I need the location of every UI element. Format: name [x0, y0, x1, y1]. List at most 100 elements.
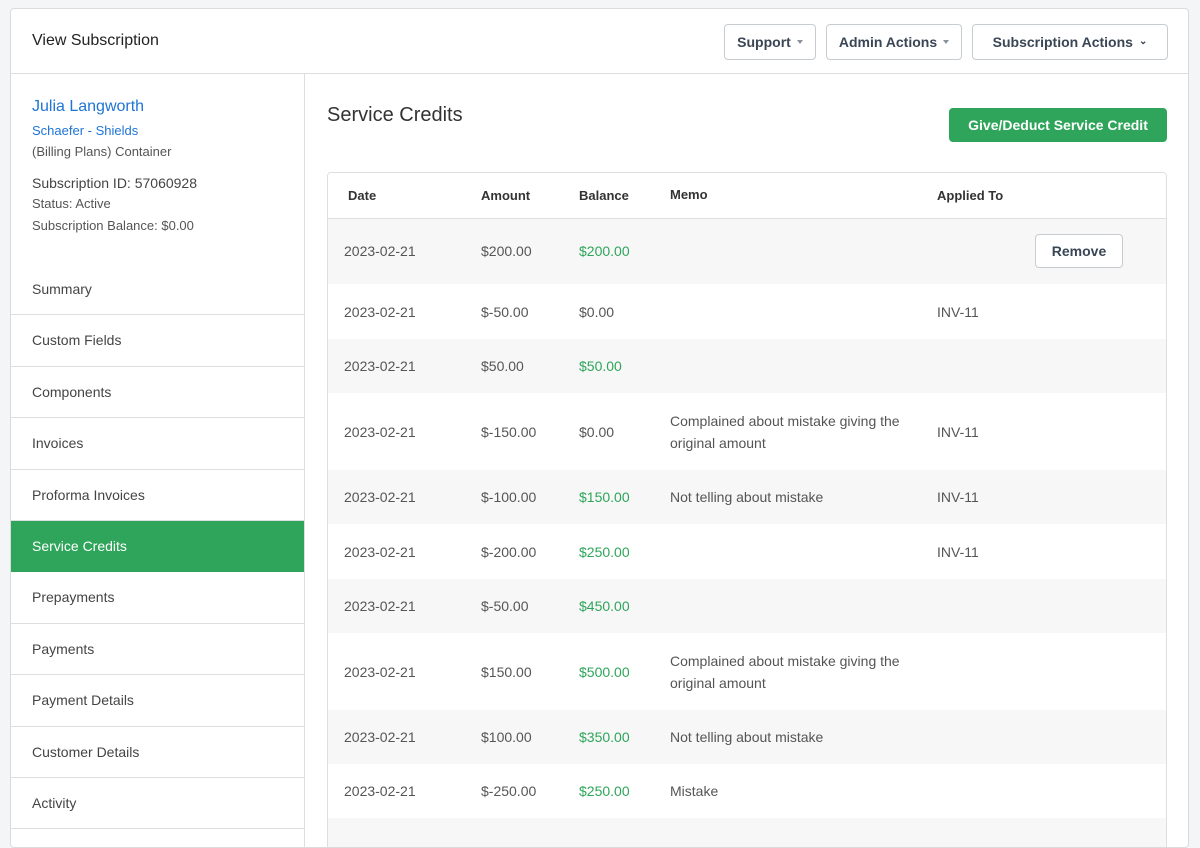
cell-applied-to: INV-11: [937, 470, 1035, 524]
cell-applied-to: [937, 710, 1035, 764]
cell-amount: [481, 818, 579, 848]
cell-actions: [1035, 524, 1166, 579]
cell-amount: $-50.00: [481, 284, 579, 339]
sidebar: Julia Langworth Schaefer - Shields (Bill…: [11, 74, 305, 848]
cell-date: 2023-02-21: [328, 764, 481, 818]
table-row: 2023-02-21$200.00$200.00Remove: [328, 218, 1166, 284]
column-header-actions: [1035, 173, 1166, 218]
cell-amount: $-200.00: [481, 524, 579, 579]
cell-amount: $-100.00: [481, 470, 579, 524]
caret-down-icon: [797, 40, 803, 44]
cell-balance: $350.00: [579, 710, 670, 764]
support-dropdown-button[interactable]: Support: [724, 24, 816, 60]
cell-date: 2023-02-21: [328, 524, 481, 579]
cell-actions: [1035, 393, 1166, 470]
chevron-down-icon: ⌄: [1139, 36, 1147, 47]
sidebar-item-payment-details[interactable]: Payment Details: [11, 675, 304, 726]
customer-name-link[interactable]: Julia Langworth: [32, 98, 304, 116]
cell-applied-to: INV-11: [937, 284, 1035, 339]
cell-amount: $50.00: [481, 339, 579, 393]
cell-memo: [670, 339, 937, 393]
table-row: 2023-02-21$50.00$50.00: [328, 339, 1166, 393]
admin-actions-dropdown-button[interactable]: Admin Actions: [826, 24, 962, 60]
subscription-actions-dropdown-button[interactable]: Subscription Actions ⌄: [972, 24, 1168, 60]
cell-actions: Remove: [1035, 218, 1166, 284]
cell-balance: $250.00: [579, 524, 670, 579]
cell-balance: [579, 818, 670, 848]
table-row: 2023-02-21$-250.00$250.00Mistake: [328, 764, 1166, 818]
column-header-date: Date: [328, 173, 481, 218]
give-deduct-service-credit-button[interactable]: Give/Deduct Service Credit: [949, 108, 1167, 142]
cell-memo: Complained about mistake giving the orig…: [670, 393, 937, 470]
table-row: 2023-02-21$150.00$500.00Complained about…: [328, 633, 1166, 710]
cell-date: 2023-02-21: [328, 710, 481, 764]
cell-date: 2023-02-21: [328, 339, 481, 393]
page-title: View Subscription: [32, 32, 159, 50]
cell-applied-to: [937, 818, 1035, 848]
cell-actions: [1035, 818, 1166, 848]
table-row: 2023-02-21$-50.00$0.00INV-11: [328, 284, 1166, 339]
cell-amount: $100.00: [481, 710, 579, 764]
cell-balance: $450.00: [579, 579, 670, 633]
cell-memo: Complained about mistake giving the orig…: [670, 633, 937, 710]
cell-memo: Not telling about mistake: [670, 710, 937, 764]
cell-actions: [1035, 710, 1166, 764]
cell-date: [328, 818, 481, 848]
cell-memo: [670, 284, 937, 339]
subscription-id: Subscription ID: 57060928: [32, 175, 304, 191]
company-link[interactable]: Schaefer - Shields: [32, 123, 304, 138]
subscription-balance: Subscription Balance: $0.00: [32, 218, 304, 233]
cell-actions: [1035, 284, 1166, 339]
cell-memo: [670, 524, 937, 579]
service-credits-table: Date Amount Balance Memo Applied To 2023…: [327, 172, 1167, 848]
cell-date: 2023-02-21: [328, 633, 481, 710]
cell-balance: $0.00: [579, 393, 670, 470]
cell-applied-to: [937, 218, 1035, 284]
cell-amount: $150.00: [481, 633, 579, 710]
cell-date: 2023-02-21: [328, 470, 481, 524]
cell-applied-to: [937, 764, 1035, 818]
cell-amount: $200.00: [481, 218, 579, 284]
cell-amount: $-250.00: [481, 764, 579, 818]
sidebar-nav: SummaryCustom FieldsComponentsInvoicesPr…: [11, 264, 304, 829]
sidebar-item-components[interactable]: Components: [11, 367, 304, 418]
sidebar-item-custom-fields[interactable]: Custom Fields: [11, 315, 304, 366]
cell-actions: [1035, 579, 1166, 633]
subscription-status: Status: Active: [32, 196, 304, 211]
table-row: 2023-02-21$100.00$350.00Not telling abou…: [328, 710, 1166, 764]
sidebar-item-invoices[interactable]: Invoices: [11, 418, 304, 469]
cell-date: 2023-02-21: [328, 218, 481, 284]
column-header-balance: Balance: [579, 173, 670, 218]
table-row: 2023-02-21$-100.00$150.00Not telling abo…: [328, 470, 1166, 524]
sidebar-item-summary[interactable]: Summary: [11, 264, 304, 315]
cell-memo: [670, 218, 937, 284]
sidebar-item-payments[interactable]: Payments: [11, 624, 304, 675]
cell-actions: [1035, 339, 1166, 393]
cell-balance: $500.00: [579, 633, 670, 710]
cell-actions: [1035, 470, 1166, 524]
cell-amount: $-50.00: [481, 579, 579, 633]
table-row: 2023-02-21$-50.00$450.00: [328, 579, 1166, 633]
sidebar-item-proforma-invoices[interactable]: Proforma Invoices: [11, 470, 304, 521]
sidebar-item-customer-details[interactable]: Customer Details: [11, 727, 304, 778]
customer-profile: Julia Langworth Schaefer - Shields (Bill…: [11, 74, 304, 233]
cell-applied-to: [937, 633, 1035, 710]
column-header-memo: Memo: [670, 173, 937, 218]
cell-applied-to: INV-11: [937, 524, 1035, 579]
subscription-actions-label: Subscription Actions: [993, 34, 1133, 50]
remove-button[interactable]: Remove: [1035, 234, 1123, 268]
column-header-amount: Amount: [481, 173, 579, 218]
cell-balance: $250.00: [579, 764, 670, 818]
sidebar-item-prepayments[interactable]: Prepayments: [11, 572, 304, 623]
sidebar-item-activity[interactable]: Activity: [11, 778, 304, 829]
cell-date: 2023-02-21: [328, 284, 481, 339]
cell-memo: Not telling about mistake: [670, 470, 937, 524]
cell-actions: [1035, 633, 1166, 710]
cell-actions: [1035, 764, 1166, 818]
caret-down-icon: [943, 40, 949, 44]
cell-memo: [670, 579, 937, 633]
table-row: 2023-02-21$-200.00$250.00 INV-11: [328, 524, 1166, 579]
admin-actions-label: Admin Actions: [839, 34, 937, 50]
table-row: [328, 818, 1166, 848]
sidebar-item-service-credits[interactable]: Service Credits: [11, 521, 304, 572]
